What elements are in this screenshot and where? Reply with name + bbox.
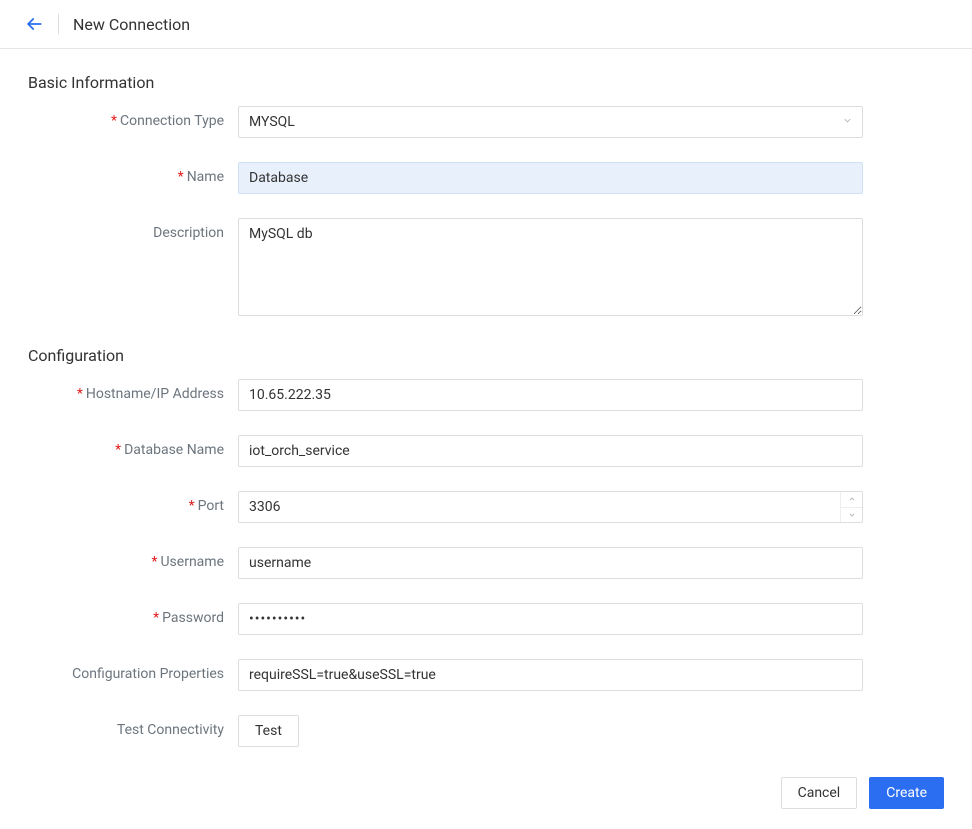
back-arrow-icon	[24, 14, 44, 34]
username-input[interactable]	[238, 547, 863, 579]
password-input[interactable]	[238, 603, 863, 635]
caret-down-icon	[848, 511, 856, 519]
port-step-up[interactable]	[841, 492, 862, 508]
hostname-input[interactable]	[238, 379, 863, 411]
description-textarea[interactable]	[238, 218, 863, 316]
database-name-input[interactable]	[238, 435, 863, 467]
password-row: *Password	[28, 603, 944, 635]
form-content: Basic Information *Connection Type *Name…	[0, 49, 972, 777]
config-props-input[interactable]	[238, 659, 863, 691]
connection-type-select[interactable]	[238, 106, 863, 138]
password-label: *Password	[28, 603, 238, 626]
test-connectivity-label: Test Connectivity	[28, 715, 238, 738]
back-button[interactable]	[24, 14, 59, 34]
test-connectivity-row: Test Connectivity Test	[28, 715, 944, 747]
hostname-row: *Hostname/IP Address	[28, 379, 944, 411]
page-header: New Connection	[0, 0, 972, 49]
connection-type-row: *Connection Type	[28, 106, 944, 138]
basic-information-title: Basic Information	[28, 73, 944, 92]
config-props-label: Configuration Properties	[28, 659, 238, 682]
page-title: New Connection	[73, 15, 190, 34]
port-step-down[interactable]	[841, 508, 862, 523]
name-label: *Name	[28, 162, 238, 185]
database-name-label: *Database Name	[28, 435, 238, 458]
username-label: *Username	[28, 547, 238, 570]
port-row: *Port	[28, 491, 944, 523]
cancel-button[interactable]: Cancel	[781, 777, 858, 809]
port-input[interactable]	[238, 491, 863, 523]
port-stepper	[840, 492, 862, 522]
configuration-section: Configuration *Hostname/IP Address *Data…	[28, 346, 944, 747]
description-row: Description	[28, 218, 944, 320]
footer-actions: Cancel Create	[0, 777, 972, 829]
create-button[interactable]: Create	[869, 777, 944, 809]
name-input[interactable]	[238, 162, 863, 194]
port-label: *Port	[28, 491, 238, 514]
test-button[interactable]: Test	[238, 715, 299, 747]
hostname-label: *Hostname/IP Address	[28, 379, 238, 402]
description-label: Description	[28, 218, 238, 241]
caret-up-icon	[848, 495, 856, 503]
username-row: *Username	[28, 547, 944, 579]
basic-information-section: Basic Information *Connection Type *Name…	[28, 73, 944, 320]
config-props-row: Configuration Properties	[28, 659, 944, 691]
name-row: *Name	[28, 162, 944, 194]
connection-type-label: *Connection Type	[28, 106, 238, 129]
database-name-row: *Database Name	[28, 435, 944, 467]
configuration-title: Configuration	[28, 346, 944, 365]
